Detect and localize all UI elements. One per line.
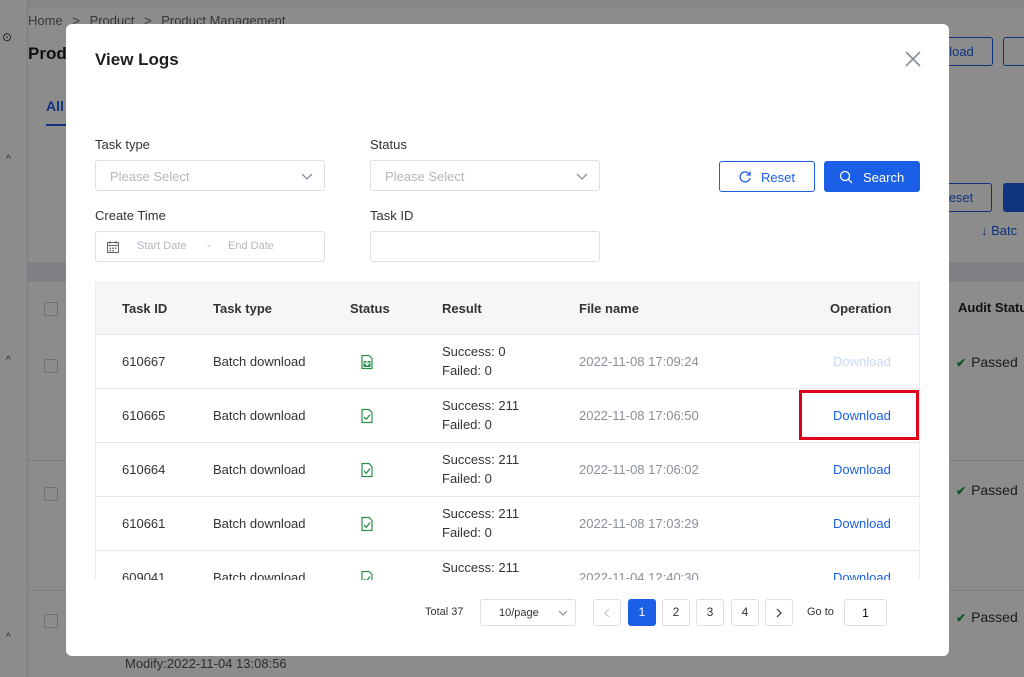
status-label: Status [370,137,407,152]
chevron-down-icon [558,610,568,616]
page-size-value: 10/page [499,607,539,619]
table-row: 610664 Batch download Success: 211 Faile… [96,443,919,497]
refresh-icon [739,171,751,183]
page-2-button[interactable]: 2 [662,599,690,626]
chevron-down-icon [576,173,588,180]
search-icon [839,170,853,184]
column-header-task-type: Task type [213,301,273,316]
search-button[interactable]: Search [824,161,920,192]
task-type-cell: Batch download [213,570,306,580]
task-type-select[interactable]: Please Select [95,160,325,191]
reset-button[interactable]: Reset [719,161,815,192]
result-failed: Failed: 0 [442,525,492,540]
task-type-placeholder: Please Select [110,169,190,184]
goto-page-input[interactable] [844,599,887,626]
table-row: 610661 Batch download Success: 211 Faile… [96,497,919,551]
result-success: Success: 211 [442,560,520,575]
page-4-button[interactable]: 4 [731,599,759,626]
column-header-operation: Operation [830,301,892,316]
prev-page-button[interactable] [593,599,621,626]
task-type-cell: Batch download [213,516,306,531]
task-id-cell: 610667 [122,354,166,369]
create-time-range-picker[interactable]: Start Date - End Date [95,231,325,262]
download-link-disabled: Download [833,354,891,369]
result-success: Success: 211 [442,452,520,467]
column-header-task-id: Task ID [122,301,168,316]
completed-icon [361,516,373,532]
chevron-left-icon [604,608,610,618]
task-id-cell: 609041 [122,570,166,580]
next-page-button[interactable] [765,599,793,626]
result-failed: Failed: 0 [442,363,492,378]
date-separator: - [207,240,211,252]
download-link[interactable]: Download [833,516,891,531]
column-header-result: Result [442,301,482,316]
calendar-icon [107,241,119,253]
create-time-label: Create Time [95,208,166,223]
table-row: 609041 Batch download Success: 211 2022-… [96,551,919,580]
completed-icon [361,408,373,424]
file-name-cell: 2022-11-08 17:09:24 [579,354,699,369]
start-date-input[interactable]: Start Date [137,240,187,252]
task-id-cell: 610664 [122,462,166,477]
chevron-right-icon [776,608,782,618]
file-name-cell: 2022-11-04 12:40:30 [579,570,699,580]
download-link[interactable]: Download [833,462,891,477]
table-row: 610667 Batch download Success: 0 Failed:… [96,335,919,389]
file-name-cell: 2022-11-08 17:06:02 [579,462,699,477]
goto-label: Go to [807,606,834,618]
table-row: 610665 Batch download Success: 211 Faile… [96,389,919,443]
pagination-total: Total 37 [425,606,464,618]
task-id-cell: 610661 [122,516,166,531]
result-success: Success: 211 [442,506,520,521]
task-id-cell: 610665 [122,408,166,423]
download-link[interactable]: Download [833,570,891,580]
task-type-cell: Batch download [213,354,306,369]
task-type-label: Task type [95,137,150,152]
result-success: Success: 0 [442,344,506,359]
modal-title: View Logs [95,50,179,69]
file-name-cell: 2022-11-08 17:03:29 [579,516,699,531]
end-date-input[interactable]: End Date [228,240,274,252]
task-type-cell: Batch download [213,462,306,477]
page-size-select[interactable]: 10/page [480,599,576,626]
task-id-label: Task ID [370,208,414,223]
task-id-input[interactable] [370,231,600,262]
task-type-cell: Batch download [213,408,306,423]
status-placeholder: Please Select [385,169,465,184]
status-select[interactable]: Please Select [370,160,600,191]
chevron-down-icon [301,173,313,180]
result-success: Success: 211 [442,398,520,413]
completed-icon [361,570,373,580]
page-1-button[interactable]: 1 [628,599,656,626]
reset-button-label: Reset [761,170,795,185]
result-failed: Failed: 0 [442,417,492,432]
highlight-annotation [799,390,919,440]
page-3-button[interactable]: 3 [696,599,724,626]
file-name-cell: 2022-11-08 17:06:50 [579,408,699,423]
result-failed: Failed: 0 [442,471,492,486]
close-icon[interactable] [902,48,924,70]
column-header-status: Status [350,301,390,316]
completed-icon [361,462,373,478]
table-header: Task ID Task type Status Result File nam… [96,281,919,335]
view-logs-modal: View Logs Task type Please Select Status… [66,24,949,656]
download-pending-icon [361,354,373,370]
search-button-label: Search [863,170,905,185]
logs-table: Task ID Task type Status Result File nam… [95,281,920,580]
column-header-file-name: File name [579,301,639,316]
